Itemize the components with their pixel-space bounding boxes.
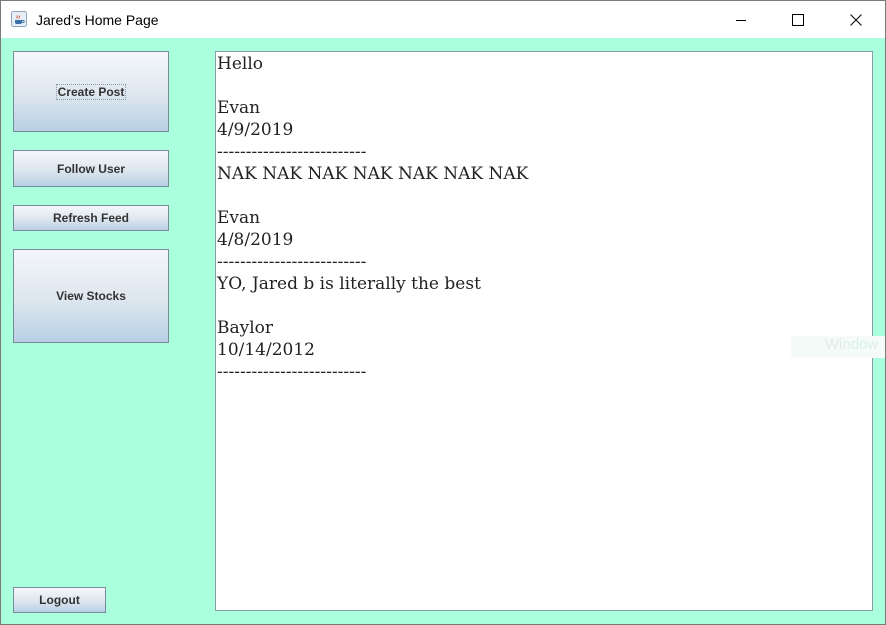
title-bar[interactable]: Jared's Home Page	[1, 1, 885, 38]
view-stocks-button[interactable]: View Stocks	[13, 249, 169, 343]
java-coffee-icon	[11, 11, 27, 27]
follow-user-button[interactable]: Follow User	[13, 150, 169, 187]
feed-line: --------------------------	[217, 252, 367, 272]
follow-user-label: Follow User	[56, 161, 125, 176]
logout-label: Logout	[39, 593, 80, 607]
feed-line	[217, 295, 872, 317]
window-title: Jared's Home Page	[36, 12, 159, 28]
logout-button[interactable]: Logout	[13, 587, 106, 613]
maximize-icon	[792, 13, 804, 26]
maximize-button[interactable]	[769, 1, 827, 38]
feed-line: Evan	[217, 98, 261, 118]
activation-watermark: Window	[791, 336, 885, 358]
create-post-button[interactable]: Create Post	[13, 51, 169, 132]
view-stocks-label: View Stocks	[56, 289, 126, 303]
refresh-feed-button[interactable]: Refresh Feed	[13, 205, 169, 231]
feed-line: 4/8/2019	[217, 230, 294, 250]
client-area: Create Post Follow User Refresh Feed Vie…	[1, 38, 885, 624]
feed-line: 4/9/2019	[217, 120, 294, 140]
feed-line: Hello	[217, 54, 263, 74]
minimize-button[interactable]	[712, 1, 770, 38]
feed-line: NAK NAK NAK NAK NAK NAK NAK	[217, 164, 529, 184]
feed-line: Evan	[217, 208, 261, 228]
minimize-icon	[736, 19, 746, 21]
feed-line: --------------------------	[217, 142, 367, 162]
refresh-feed-label: Refresh Feed	[52, 211, 130, 225]
feed-line: YO, Jared b is literally the best	[217, 274, 481, 294]
close-icon	[850, 13, 862, 26]
app-window: Jared's Home Page Create Post Follow Use…	[0, 0, 886, 625]
feed-line	[217, 75, 872, 97]
feed-line: 10/14/2012	[217, 340, 315, 360]
create-post-label: Create Post	[55, 83, 127, 100]
feed-line: --------------------------	[217, 362, 367, 382]
feed-text-area[interactable]: Hello Evan 4/9/2019 --------------------…	[215, 51, 873, 611]
feed-line: Baylor	[217, 318, 274, 338]
close-button[interactable]	[827, 1, 885, 38]
feed-line	[217, 185, 872, 207]
